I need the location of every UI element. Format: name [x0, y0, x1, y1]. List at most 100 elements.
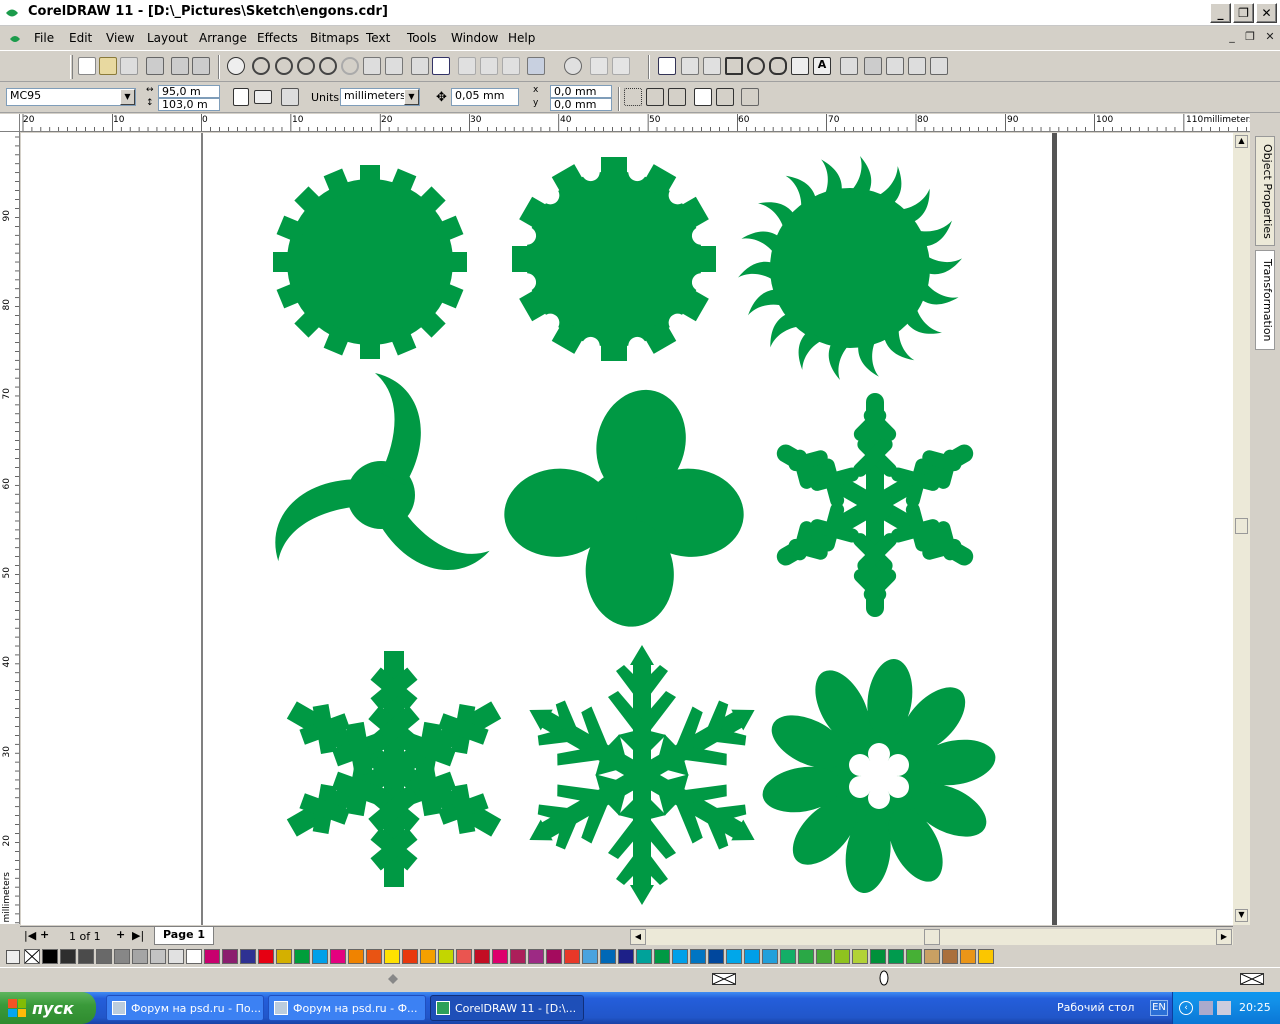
landscape-icon[interactable]: [254, 90, 272, 104]
docker-tab-transformation[interactable]: Transformation: [1255, 250, 1275, 350]
palette-swatch[interactable]: [60, 949, 76, 964]
palette-swatch[interactable]: [168, 949, 184, 964]
no-fill-swatch[interactable]: [24, 949, 40, 964]
ellipse-tool-icon[interactable]: [747, 57, 765, 75]
group-icon[interactable]: [502, 57, 520, 75]
options-list-icon[interactable]: [741, 88, 759, 106]
palette-swatch[interactable]: [402, 949, 418, 964]
text-tool-icon[interactable]: A: [813, 57, 831, 75]
shape-flower[interactable]: [758, 656, 1000, 896]
vertical-ruler[interactable]: 90 80 70 60 50 40 30 20 millimeters: [0, 132, 20, 924]
coreldraw-app-icon[interactable]: [4, 5, 20, 21]
palette-swatch[interactable]: [222, 949, 238, 964]
snap-guidelines-icon[interactable]: [646, 88, 664, 106]
palette-swatch[interactable]: [240, 949, 256, 964]
doc-restore-button[interactable]: ❐: [1242, 30, 1258, 44]
palette-swatch[interactable]: [150, 949, 166, 964]
zoom-out-icon[interactable]: [297, 57, 315, 75]
shape-gear-16[interactable]: [273, 165, 467, 359]
palette-swatch[interactable]: [672, 949, 688, 964]
palette-swatch[interactable]: [312, 949, 328, 964]
palette-swatch[interactable]: [294, 949, 310, 964]
eyedropper-tool-icon[interactable]: [864, 57, 882, 75]
vertical-scrollbar[interactable]: ▲ ▼: [1233, 133, 1250, 925]
zoom-icon[interactable]: [252, 57, 270, 75]
portrait-icon[interactable]: [233, 88, 249, 106]
palette-swatch[interactable]: [258, 949, 274, 964]
outline-pen-icon[interactable]: [877, 970, 891, 988]
menu-file[interactable]: File: [34, 31, 54, 45]
network-icon[interactable]: [1199, 1001, 1213, 1015]
shape-snowflake-branch[interactable]: [278, 651, 510, 887]
minimize-button[interactable]: _: [1210, 3, 1231, 23]
menu-bitmaps[interactable]: Bitmaps: [310, 31, 359, 45]
ruler-origin[interactable]: [0, 114, 20, 132]
refresh-icon[interactable]: [612, 57, 630, 75]
desktop-toolbar-label[interactable]: Рабочий стол: [1057, 1001, 1134, 1014]
palette-swatch[interactable]: [870, 949, 886, 964]
scroll-right-icon[interactable]: ▶: [1216, 929, 1232, 945]
shape-snowflake-arrow[interactable]: [512, 645, 772, 905]
horizontal-ruler[interactable]: 20 10 0 10 20 30 40 50 60 70 80 90 100 110 millimeters: [20, 114, 1256, 132]
palette-swatch[interactable]: [42, 949, 58, 964]
palette-swatch[interactable]: [888, 949, 904, 964]
menu-arrange[interactable]: Arrange: [199, 31, 247, 45]
menu-layout[interactable]: Layout: [147, 31, 188, 45]
info-icon[interactable]: [227, 57, 245, 75]
add-page-before-icon[interactable]: +: [40, 928, 49, 941]
new-icon[interactable]: [78, 57, 96, 75]
snap-objects-icon[interactable]: [668, 88, 686, 106]
palette-swatch[interactable]: [186, 949, 202, 964]
fill-indicator-icon[interactable]: [385, 971, 401, 987]
doc-minimize-button[interactable]: _: [1224, 30, 1240, 44]
lock-icon[interactable]: [458, 57, 476, 75]
doc-close-button[interactable]: ✕: [1262, 30, 1278, 44]
palette-swatch[interactable]: [474, 949, 490, 964]
palette-swatch[interactable]: [384, 949, 400, 964]
start-button[interactable]: пуск: [0, 992, 96, 1024]
menu-text[interactable]: Text: [366, 31, 390, 45]
palette-swatch[interactable]: [780, 949, 796, 964]
outline-tool-icon[interactable]: [886, 57, 904, 75]
close-button[interactable]: ✕: [1256, 3, 1277, 23]
palette-swatch[interactable]: [834, 949, 850, 964]
menu-edit[interactable]: Edit: [69, 31, 92, 45]
menu-window[interactable]: Window: [451, 31, 498, 45]
print-icon[interactable]: [146, 57, 164, 75]
scroll-left-icon[interactable]: ◀: [630, 929, 646, 945]
palette-swatch[interactable]: [816, 949, 832, 964]
interactive-fill-icon[interactable]: [930, 57, 948, 75]
toolbar-grip[interactable]: [70, 55, 73, 79]
shape-triskelion[interactable]: [255, 373, 490, 591]
page-layout-icon[interactable]: [281, 88, 299, 106]
palette-swatch[interactable]: [546, 949, 562, 964]
options-icon[interactable]: [564, 57, 582, 75]
drawing-canvas[interactable]: [21, 133, 1233, 925]
palette-swatch[interactable]: [456, 949, 472, 964]
language-indicator[interactable]: EN: [1150, 1000, 1168, 1016]
palette-swatch[interactable]: [618, 949, 634, 964]
menu-effects[interactable]: Effects: [257, 31, 298, 45]
palette-swatch[interactable]: [600, 949, 616, 964]
pick-tool-icon[interactable]: [658, 57, 676, 75]
palette-swatch[interactable]: [204, 949, 220, 964]
add-page-after-icon[interactable]: +: [116, 928, 125, 941]
palette-swatch[interactable]: [654, 949, 670, 964]
scroll-up-icon[interactable]: ▲: [1235, 135, 1248, 148]
zoom-selected-icon[interactable]: [341, 57, 359, 75]
polygon-tool-icon[interactable]: [769, 57, 787, 75]
first-page-icon[interactable]: |◀: [24, 929, 36, 942]
shape-snowflake-rounded[interactable]: [765, 393, 985, 617]
taskbar-item-coreldraw[interactable]: CorelDRAW 11 - [D:\...: [430, 995, 584, 1021]
palette-swatch[interactable]: [636, 949, 652, 964]
palette-swatch[interactable]: [330, 949, 346, 964]
duplicate-x-field[interactable]: 0,0 mm: [550, 85, 612, 98]
shape-clover[interactable]: [501, 380, 748, 631]
palette-swatch[interactable]: [564, 949, 580, 964]
align-icon[interactable]: [527, 57, 545, 75]
color-wheel-icon[interactable]: [432, 57, 450, 75]
palette-swatch[interactable]: [528, 949, 544, 964]
palette-swatch[interactable]: [798, 949, 814, 964]
palette-swatch[interactable]: [438, 949, 454, 964]
open-icon[interactable]: [99, 57, 117, 75]
